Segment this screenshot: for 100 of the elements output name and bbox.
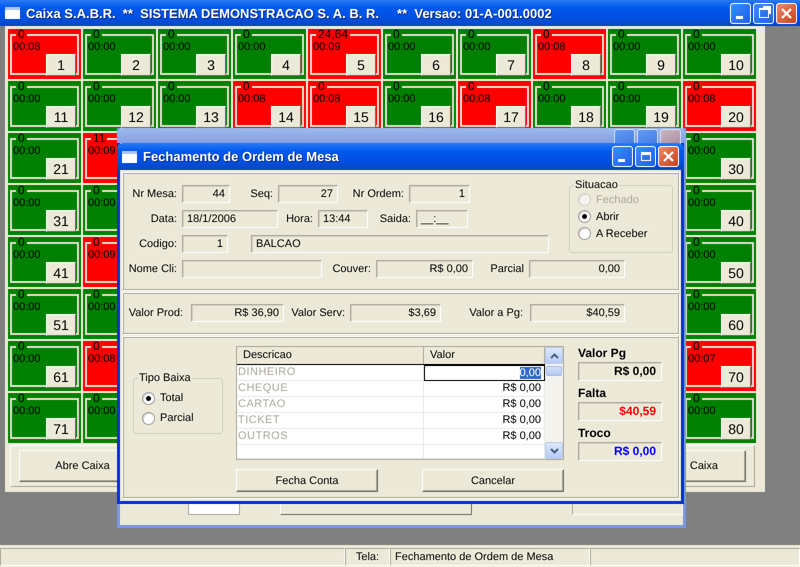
table-button[interactable]: 15 — [346, 106, 376, 128]
exit-time-field[interactable]: __:__ — [416, 210, 468, 228]
radio-button[interactable] — [578, 210, 591, 223]
table-button[interactable]: 31 — [46, 210, 76, 232]
table-cell: TICKET — [237, 413, 424, 429]
table-time: 00:08 — [688, 93, 716, 106]
table-button[interactable]: 80 — [721, 418, 751, 440]
table-button[interactable]: 60 — [721, 314, 751, 336]
close-account-button[interactable]: Fecha Conta — [236, 469, 378, 492]
close-button[interactable] — [658, 146, 679, 167]
table-button[interactable]: 1 — [46, 54, 76, 76]
field-label: Couver: — [331, 263, 372, 275]
maximize-button[interactable] — [635, 146, 656, 167]
group-title: Situacao — [574, 179, 619, 191]
cancel-button[interactable]: Cancelar — [422, 469, 564, 492]
table-button[interactable]: 10 — [721, 54, 751, 76]
table-time: 00:00 — [388, 41, 416, 54]
table-total: 0 — [692, 237, 701, 248]
table-button[interactable]: 20 — [721, 106, 751, 128]
table-button[interactable]: 30 — [721, 158, 751, 180]
column-header[interactable]: Descricao — [237, 347, 424, 364]
table-time: 00:09 — [88, 145, 116, 158]
change-value-field[interactable]: R$ 0,00 — [578, 442, 662, 461]
code-field[interactable]: 1 — [182, 235, 228, 253]
close-icon — [662, 150, 675, 163]
scroll-thumb[interactable] — [546, 366, 562, 376]
table-total: 0 — [17, 133, 26, 144]
table-total: 0 — [92, 341, 101, 352]
table-time: 00:08 — [463, 93, 491, 106]
scroll-down-button[interactable] — [545, 442, 563, 459]
sequence-field[interactable]: 27 — [278, 185, 338, 203]
radio-label: A Receber — [596, 228, 648, 240]
table-total: 0 — [17, 29, 26, 40]
table-button[interactable]: 4 — [271, 54, 301, 76]
table-button[interactable]: 13 — [196, 106, 226, 128]
window-title: Caixa S.A.B.R. ** SISTEMA DEMONSTRACAO S. A. B. R. ** Versao: 01-A-001.0002 — [26, 6, 553, 20]
table-button[interactable]: 9 — [646, 54, 676, 76]
table-time: 00:08 — [313, 93, 341, 106]
field-label: Valor Serv: — [290, 307, 346, 319]
paid-value-field[interactable]: R$ 0,00 — [578, 362, 662, 381]
table-button[interactable]: 11 — [46, 106, 76, 128]
field-label: Nome Cli: — [128, 263, 178, 275]
table-button[interactable]: 61 — [46, 366, 76, 388]
restore-button[interactable] — [753, 2, 774, 24]
table-button[interactable]: 40 — [721, 210, 751, 232]
client-name-field[interactable] — [182, 260, 322, 278]
table-number-field[interactable]: 44 — [182, 185, 230, 203]
minimize-button[interactable] — [730, 2, 751, 24]
table-button[interactable]: 2 — [121, 54, 151, 76]
radio-label: Total — [160, 392, 184, 404]
cover-charge-field[interactable]: R$ 0,00 — [376, 260, 473, 278]
products-value-field[interactable]: R$ 36,90 — [191, 304, 284, 322]
table-time: 00:07 — [688, 353, 716, 366]
table-button[interactable]: 6 — [421, 54, 451, 76]
radio-button[interactable] — [142, 392, 155, 404]
table-button[interactable]: 16 — [421, 106, 451, 128]
table-button[interactable]: 3 — [196, 54, 226, 76]
table-total: 0 — [17, 237, 26, 248]
table-button[interactable]: 5 — [346, 54, 376, 76]
table-button[interactable]: 8 — [571, 54, 601, 76]
partial-field[interactable]: 0,00 — [529, 260, 625, 278]
table-button[interactable]: 17 — [496, 106, 526, 128]
date-field[interactable]: 18/1/2006 — [182, 210, 278, 228]
table-button[interactable]: 70 — [721, 366, 751, 388]
field-label: Nr Mesa: — [131, 188, 178, 200]
table-total: 0 — [242, 81, 251, 92]
order-number-field[interactable]: 1 — [409, 185, 470, 203]
table-button[interactable]: 18 — [571, 106, 601, 128]
service-value-field[interactable]: $3,69 — [350, 304, 441, 322]
scroll-up-button[interactable] — [545, 347, 563, 364]
table-total: 0 — [617, 29, 626, 40]
status-screen: Fechamento de Ordem de Mesa — [390, 548, 590, 566]
table-button[interactable]: 21 — [46, 158, 76, 180]
radio-button[interactable] — [578, 227, 591, 240]
table-button[interactable]: 50 — [721, 262, 751, 284]
field-label: Nr Ordem: — [352, 188, 405, 200]
table-time: 00:00 — [388, 93, 416, 106]
value-cell[interactable]: 0,00 — [424, 365, 545, 381]
amount-due-field[interactable]: $40,59 — [530, 304, 625, 322]
minimize-button[interactable] — [612, 146, 633, 167]
field-label: Parcial — [489, 263, 525, 275]
table-button[interactable]: 71 — [46, 418, 76, 440]
time-field[interactable]: 13:44 — [318, 210, 368, 228]
table-button[interactable]: 12 — [121, 106, 151, 128]
customer-name-field[interactable]: BALCAO — [251, 235, 549, 253]
close-button[interactable] — [776, 2, 797, 24]
field-label: Codigo: — [138, 238, 178, 250]
value-cell[interactable] — [424, 445, 545, 459]
table-button[interactable]: 51 — [46, 314, 76, 336]
table-button[interactable]: 7 — [496, 54, 526, 76]
radio-label: Abrir — [596, 210, 620, 222]
window-icon — [5, 7, 20, 19]
table-button[interactable]: 41 — [46, 262, 76, 284]
table-button[interactable]: 14 — [271, 106, 301, 128]
status-label: Tela: — [345, 548, 390, 566]
field-label: Falta — [578, 386, 608, 400]
radio-button[interactable] — [142, 412, 155, 424]
table-button[interactable]: 19 — [646, 106, 676, 128]
table-total: 0 — [692, 81, 701, 92]
field-label: Saida: — [378, 213, 412, 225]
